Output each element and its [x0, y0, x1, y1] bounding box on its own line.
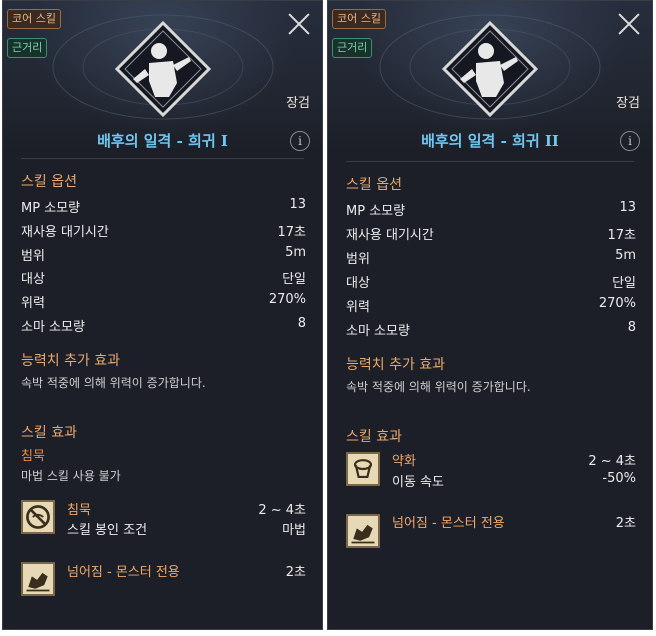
core-skill-tag: 코어 스킬: [332, 9, 386, 29]
stat-bonus-text: 속박 적중에 의해 위력이 증가합니다.: [21, 376, 206, 390]
silence-icon: [21, 500, 55, 534]
close-icon[interactable]: [616, 11, 642, 37]
option-label: 소마 소모량: [346, 324, 410, 339]
option-label: 위력: [21, 296, 45, 311]
option-value: 5m: [285, 245, 306, 260]
effect-sub-label: 스킬 봉인 조건: [67, 523, 148, 538]
knockdown-icon: [21, 562, 55, 596]
range-tag: 근거리: [332, 38, 373, 58]
skill-title-row: 배후의 일격 - 희귀 I: [3, 127, 322, 155]
option-label: 재사용 대기시간: [346, 228, 434, 243]
divider: [21, 158, 304, 159]
option-value: 13: [289, 197, 306, 212]
option-value: 단일: [612, 276, 636, 291]
option-label: 위력: [346, 300, 370, 315]
option-label: MP 소모량: [21, 201, 81, 216]
weaken-icon: [346, 452, 380, 486]
stat-bonus-heading: 능력치 추가 효과: [346, 357, 446, 373]
effect-sub-value: -50%: [602, 471, 636, 486]
status-name: 침묵: [21, 449, 45, 464]
core-skill-tag: 코어 스킬: [7, 9, 61, 29]
option-value: 8: [297, 316, 306, 331]
skill-tooltip-left: 코어 스킬 근거리 장검 배후의 일격 - 희귀 I i 스킬 옵션 MP 소모…: [2, 0, 323, 630]
divider: [346, 161, 634, 162]
effect-duration: 2 ~ 4초: [258, 503, 306, 518]
option-label: 범위: [21, 249, 45, 264]
range-tag: 근거리: [7, 38, 48, 58]
option-label: 재사용 대기시간: [21, 225, 109, 240]
option-row: MP 소모량 13: [21, 197, 306, 216]
skill-options-heading: 스킬 옵션: [346, 177, 402, 193]
option-row: 범위 5m: [346, 248, 636, 267]
skill-effects-heading: 스킬 효과: [346, 429, 402, 445]
option-value: 17초: [277, 225, 306, 240]
skill-title-row: 배후의 일격 - 희귀 II: [328, 127, 652, 155]
option-row: 대상 단일: [346, 272, 636, 291]
option-label: 범위: [346, 252, 370, 267]
effect-name: 침묵: [67, 503, 91, 518]
option-row: 범위 5m: [21, 245, 306, 264]
option-row: 소마 소모량 8: [346, 320, 636, 339]
info-icon[interactable]: i: [290, 131, 310, 151]
option-row: 소마 소모량 8: [21, 316, 306, 335]
skill-tooltip-right: 코어 스킬 근거리 장검 배후의 일격 - 희귀 II i 스킬 옵션 MP 소…: [327, 0, 653, 630]
option-row: MP 소모량 13: [346, 200, 636, 219]
option-value: 13: [619, 200, 636, 215]
option-label: 대상: [21, 272, 45, 287]
effect-sub-label: 이동 속도: [392, 475, 444, 490]
skill-effects-heading: 스킬 효과: [21, 425, 77, 441]
option-label: 소마 소모량: [21, 320, 85, 335]
option-value: 5m: [615, 248, 636, 263]
close-icon[interactable]: [286, 11, 312, 37]
option-row: 위력 270%: [346, 296, 636, 315]
option-label: 대상: [346, 276, 370, 291]
option-row: 재사용 대기시간 17초: [21, 221, 306, 240]
skill-emblem-icon: [442, 21, 538, 117]
option-row: 재사용 대기시간 17초: [346, 224, 636, 243]
effect-name: 약화: [392, 454, 416, 469]
weapon-type: 장검: [286, 96, 310, 111]
option-value: 270%: [598, 296, 636, 311]
knockdown-icon: [346, 514, 380, 548]
effect-name: 넘어짐 - 몬스터 전용: [392, 516, 505, 531]
skill-emblem-icon: [114, 21, 211, 117]
effect-sub-value: 마법: [282, 523, 306, 538]
effect-duration: 2 ~ 4초: [588, 454, 636, 469]
stat-bonus-text: 속박 적중에 의해 위력이 증가합니다.: [346, 380, 531, 394]
skill-title: 배후의 일격 - 희귀 I: [97, 132, 228, 150]
option-row: 대상 단일: [21, 268, 306, 287]
option-label: MP 소모량: [346, 204, 406, 219]
option-value: 8: [627, 320, 636, 335]
status-desc: 마법 스킬 사용 불가: [21, 469, 121, 483]
stat-bonus-heading: 능력치 추가 효과: [21, 353, 121, 369]
weapon-type: 장검: [616, 96, 640, 111]
effect-duration: 2초: [285, 565, 306, 580]
effect-duration: 2초: [615, 516, 636, 531]
option-row: 위력 270%: [21, 292, 306, 311]
option-value: 270%: [268, 292, 306, 307]
info-icon[interactable]: i: [620, 131, 640, 151]
effect-name: 넘어짐 - 몬스터 전용: [67, 565, 180, 580]
skill-options-heading: 스킬 옵션: [21, 174, 77, 190]
option-value: 단일: [282, 272, 306, 287]
skill-title: 배후의 일격 - 희귀 II: [421, 132, 559, 150]
option-value: 17초: [607, 228, 636, 243]
